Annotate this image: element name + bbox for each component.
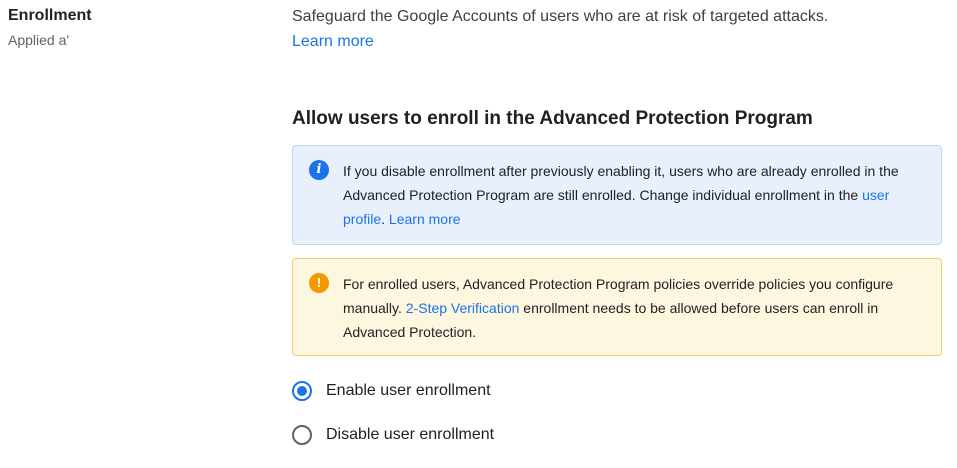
setting-description: Safeguard the Google Accounts of users w… xyxy=(292,7,942,52)
radio-selected-dot xyxy=(297,386,307,396)
disable-enrollment-radio[interactable] xyxy=(292,425,312,445)
setting-header: Enrollment Applied a' xyxy=(8,6,92,48)
info-learn-more-link[interactable]: Learn more xyxy=(389,211,461,227)
two-step-verification-link[interactable]: 2-Step Verification xyxy=(406,300,520,316)
section-title: Allow users to enroll in the Advanced Pr… xyxy=(292,108,813,129)
enable-enrollment-option[interactable]: Enable user enrollment xyxy=(292,380,942,402)
info-text-1: If you disable enrollment after previous… xyxy=(343,163,899,203)
info-notice: i If you disable enrollment after previo… xyxy=(292,145,942,245)
setting-content: Safeguard the Google Accounts of users w… xyxy=(292,0,942,468)
enrollment-radio-group: Enable user enrollment Disable user enro… xyxy=(292,380,942,446)
setting-applied-scope: Applied a' xyxy=(8,32,70,48)
setting-title: Enrollment xyxy=(8,7,92,24)
disable-enrollment-option[interactable]: Disable user enrollment xyxy=(292,424,942,446)
disable-enrollment-label[interactable]: Disable user enrollment xyxy=(326,426,494,444)
description-text: Safeguard the Google Accounts of users w… xyxy=(292,8,829,25)
info-text-2: . xyxy=(381,211,389,227)
warning-notice: ! For enrolled users, Advanced Protectio… xyxy=(292,258,942,356)
info-icon: i xyxy=(309,160,329,180)
enable-enrollment-label[interactable]: Enable user enrollment xyxy=(326,382,491,400)
learn-more-link[interactable]: Learn more xyxy=(292,32,374,52)
warning-icon: ! xyxy=(309,273,329,293)
enable-enrollment-radio[interactable] xyxy=(292,381,312,401)
